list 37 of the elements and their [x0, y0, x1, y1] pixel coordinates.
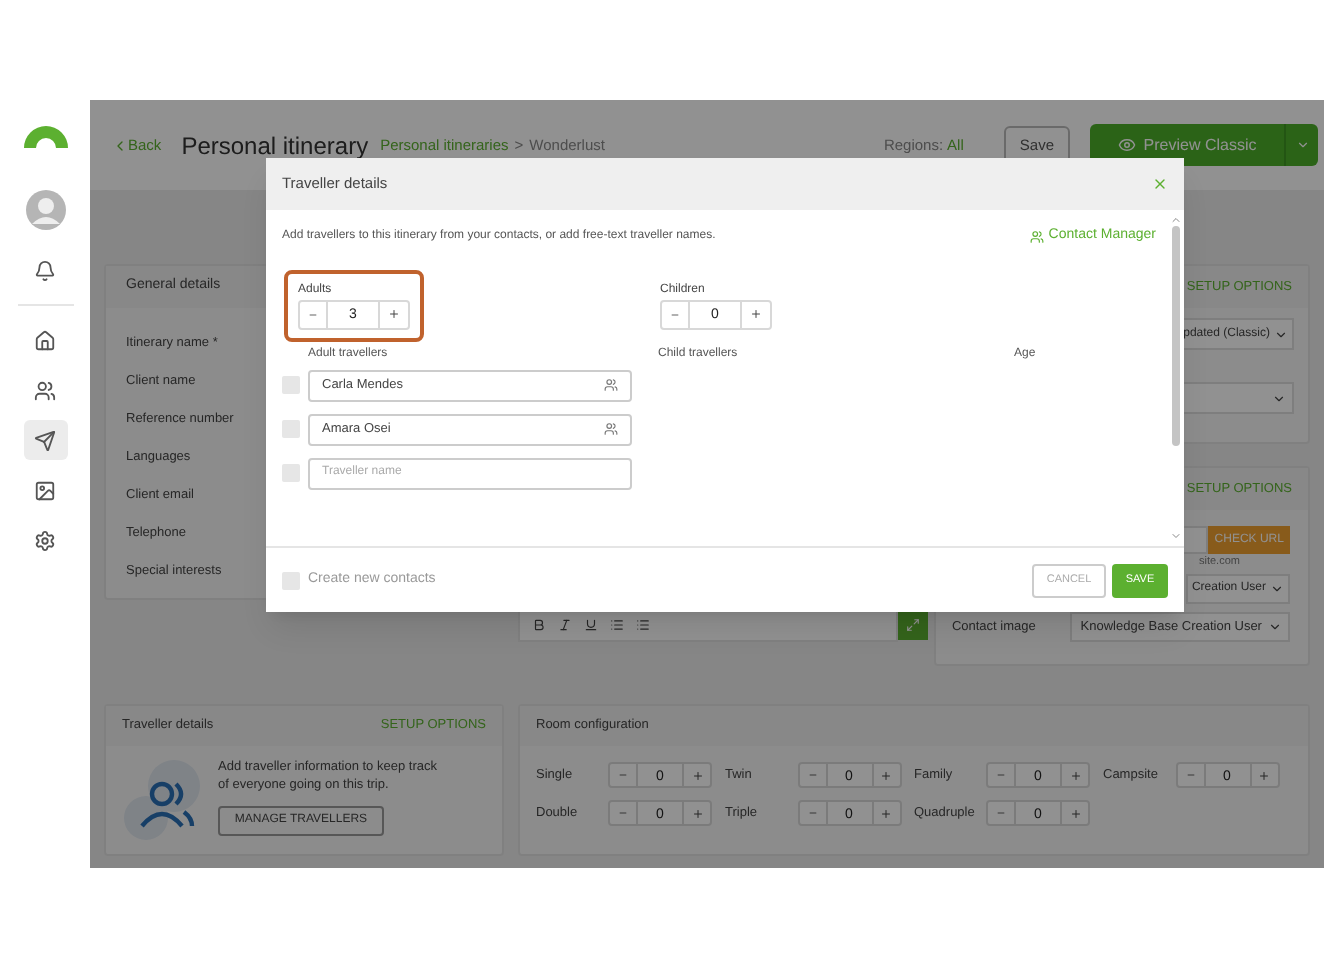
- contact-icon: [604, 422, 618, 436]
- scroll-down-icon[interactable]: [1169, 530, 1181, 542]
- caret-icon: [1267, 620, 1282, 634]
- italic-icon[interactable]: [557, 618, 572, 632]
- eye-icon: [1117, 136, 1136, 154]
- contact-icon: [604, 378, 618, 392]
- home-icon: [34, 329, 56, 351]
- expand-icon: [905, 618, 920, 632]
- people-icon: [34, 379, 56, 401]
- close-icon: [1152, 176, 1168, 192]
- caret-icon: [1271, 391, 1286, 405]
- caret-icon: [1295, 138, 1309, 152]
- fullscreen-button[interactable]: [897, 610, 928, 640]
- underline-icon[interactable]: [583, 618, 598, 632]
- checkbox[interactable]: [282, 571, 300, 589]
- image-icon: [34, 479, 56, 501]
- scroll-up-icon[interactable]: [1169, 214, 1181, 226]
- caret-icon: [1273, 327, 1288, 341]
- caret-icon: [1269, 582, 1284, 596]
- checkbox[interactable]: [282, 464, 300, 482]
- checkbox[interactable]: [282, 420, 300, 438]
- checkbox[interactable]: [282, 376, 300, 394]
- list-icon[interactable]: [609, 618, 624, 632]
- chevron-left-icon: [112, 137, 128, 153]
- sidebar-item[interactable]: [23, 420, 67, 460]
- settings-icon: [34, 529, 56, 551]
- preview-menu-button[interactable]: [1284, 124, 1318, 166]
- avatar: [25, 190, 65, 230]
- paper-plane-icon: [34, 429, 56, 451]
- page-title: Personal itinerary: [181, 129, 369, 163]
- close-button[interactable]: [1152, 176, 1168, 192]
- bold-icon[interactable]: [531, 618, 546, 632]
- people-icon: [1030, 229, 1045, 244]
- travellers-illustration: [122, 758, 206, 842]
- list-icon[interactable]: [635, 618, 650, 632]
- logo: [19, 120, 71, 148]
- notification-icon[interactable]: [34, 260, 56, 282]
